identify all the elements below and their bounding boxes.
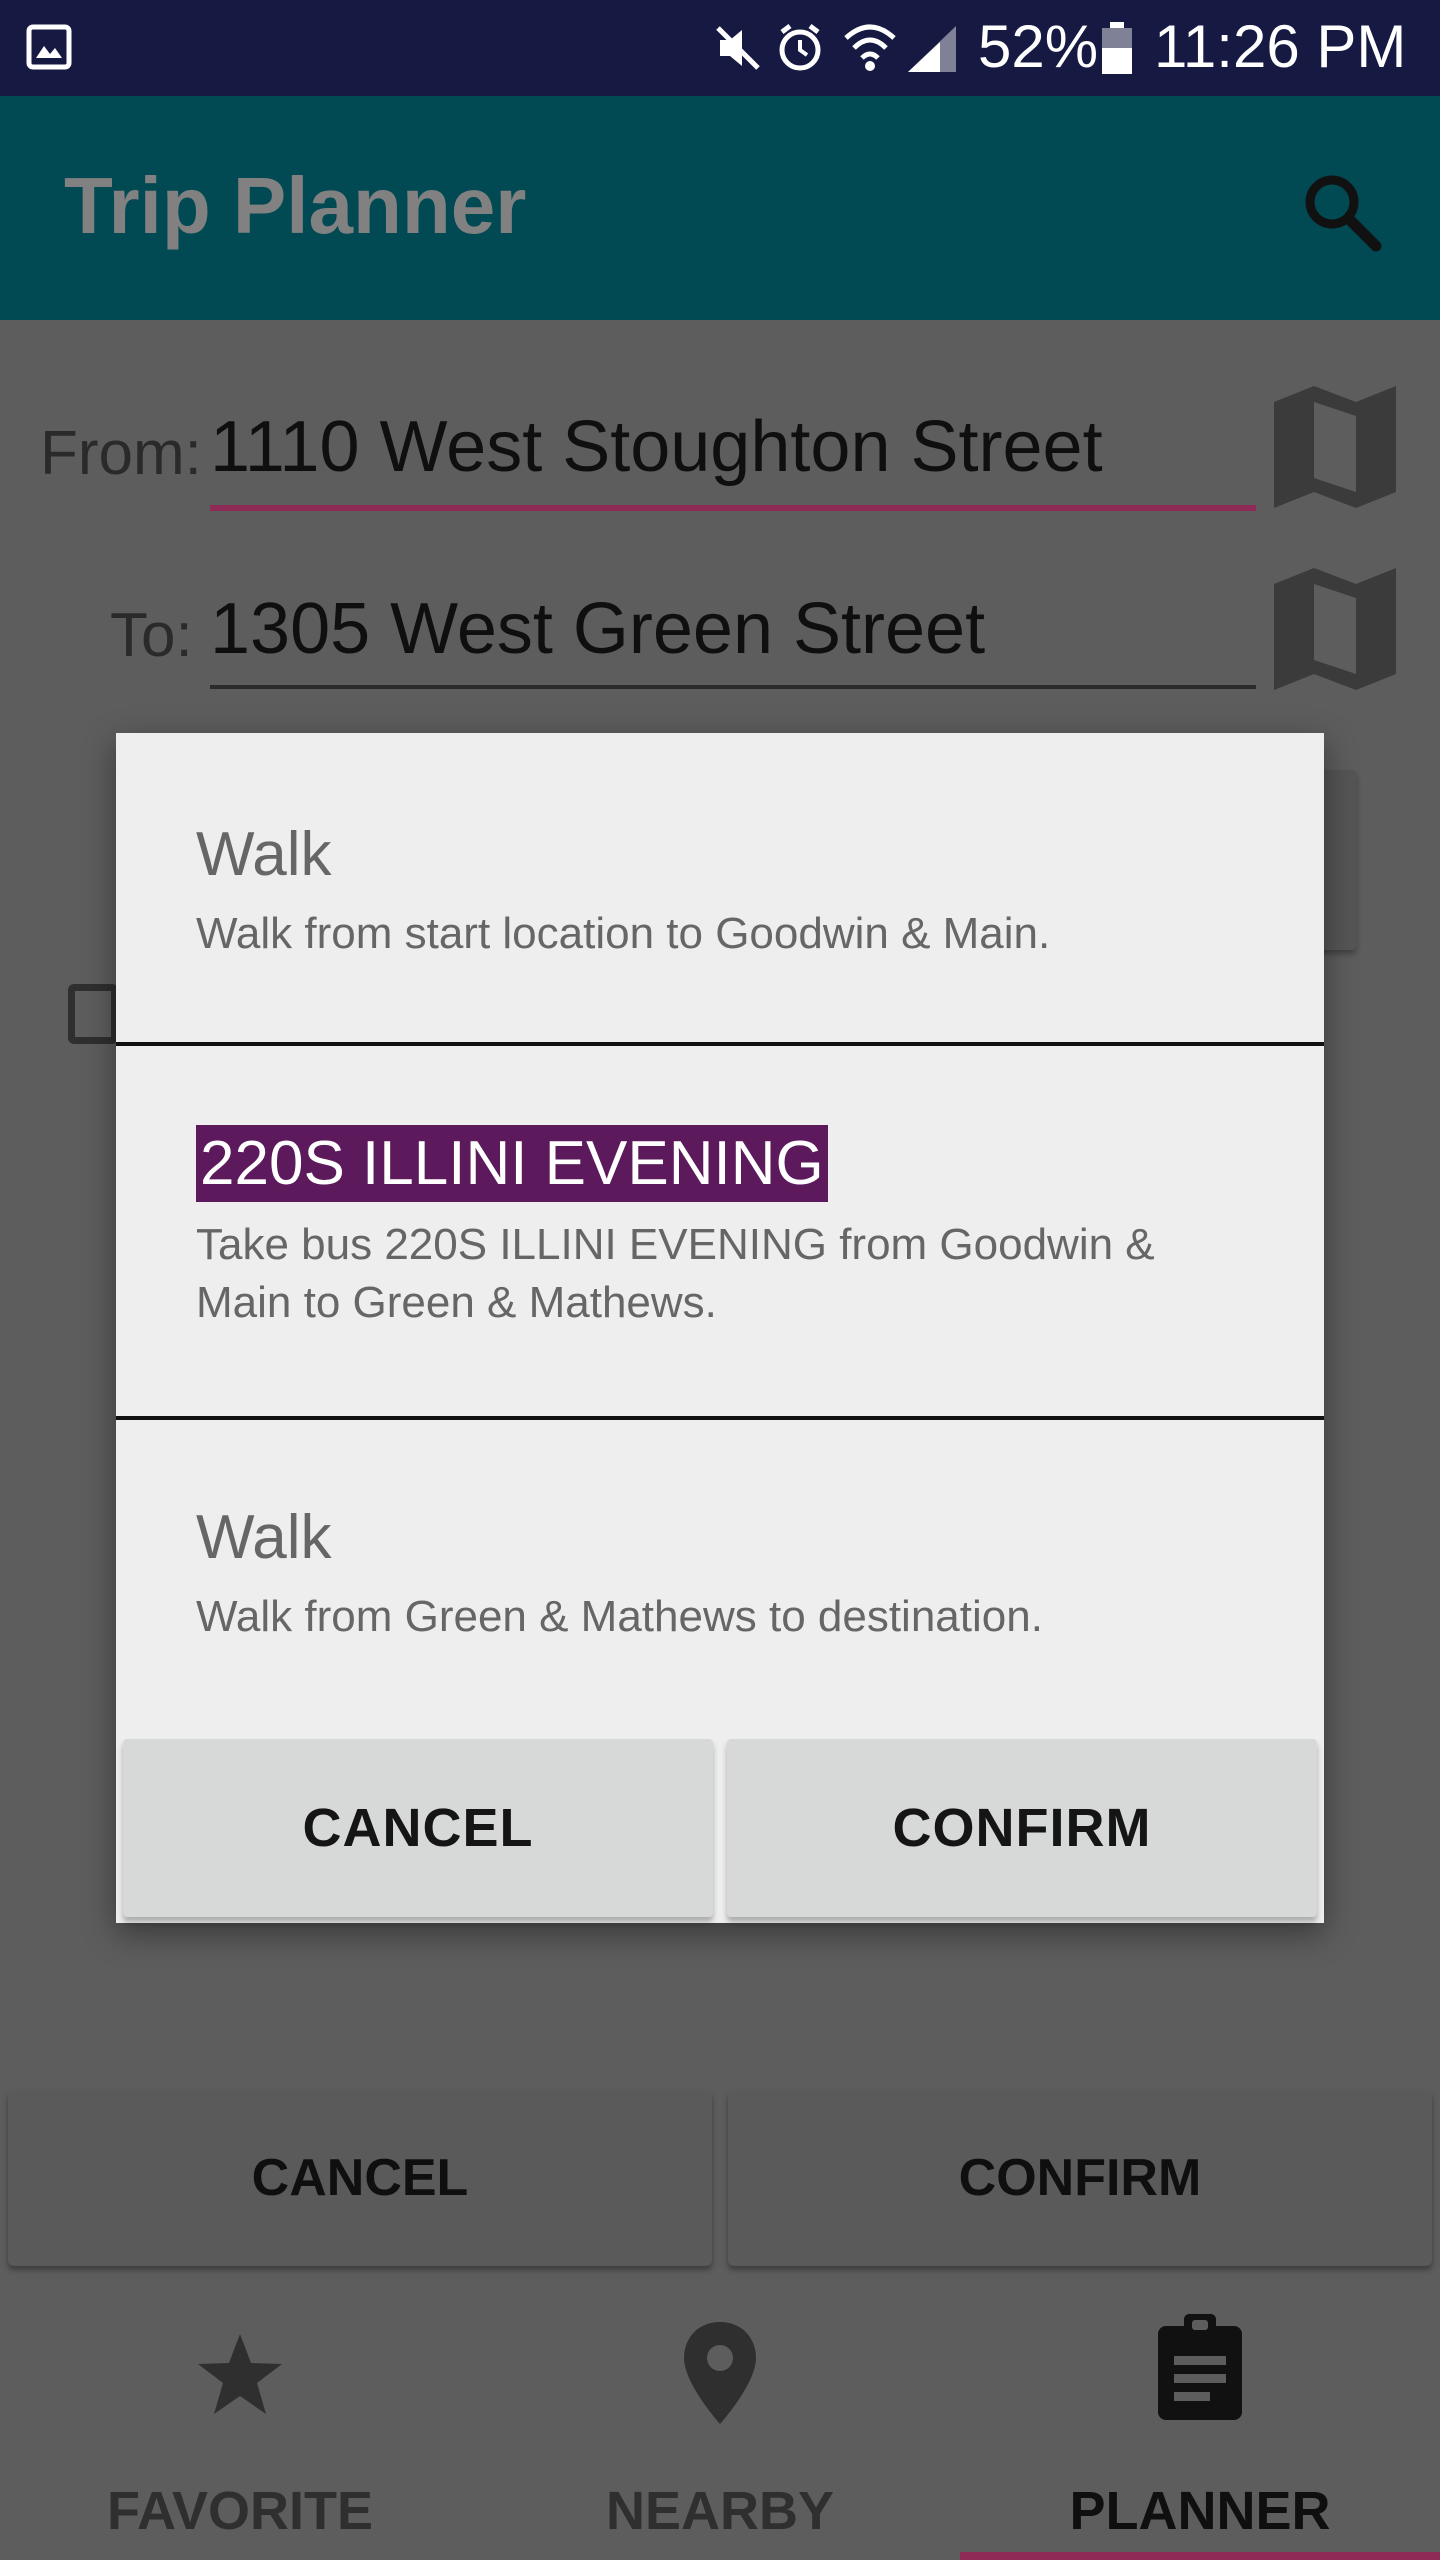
nav-nearby-label: NEARBY	[605, 2481, 835, 2541]
from-field[interactable]: 1110 West Stoughton Street	[210, 406, 1103, 488]
step-title: Walk	[196, 1503, 332, 1572]
map-icon[interactable]	[1270, 564, 1400, 694]
step-title: Walk	[196, 820, 332, 889]
star-icon	[198, 2334, 282, 2414]
location-pin-icon	[684, 2322, 756, 2424]
step-description: Walk from start location to Goodwin & Ma…	[196, 909, 1051, 958]
confirm-button[interactable]: CONFIRM	[728, 2090, 1432, 2266]
step-description: Walk from Green & Mathews to destination…	[196, 1592, 1043, 1641]
list-item[interactable]: Walk Walk from start location to Goodwin…	[116, 733, 1324, 1043]
list-item[interactable]: Walk Walk from Green & Mathews to destin…	[116, 1420, 1324, 1730]
step-title: 220S ILLINI EVENING	[196, 1125, 828, 1202]
nav-planner-label: PLANNER	[1069, 2481, 1331, 2541]
gallery-notification-icon	[26, 24, 72, 70]
nav-favorite[interactable]: FAVORITE	[0, 2290, 480, 2560]
app-bar: Trip Planner	[0, 96, 1440, 320]
status-bar: 52% 11:26 PM	[0, 0, 1440, 96]
to-field[interactable]: 1305 West Green Street	[210, 588, 985, 670]
checkbox[interactable]	[68, 984, 118, 1044]
battery-percent: 52%	[978, 13, 1099, 80]
from-label: From:	[40, 419, 202, 488]
dialog-confirm-button[interactable]: CONFIRM	[727, 1739, 1317, 1917]
trip-steps-dialog: Walk Walk from start location to Goodwin…	[116, 733, 1324, 1923]
map-icon[interactable]	[1270, 382, 1400, 512]
mute-icon	[716, 26, 760, 70]
dialog-cancel-button[interactable]: CANCEL	[123, 1739, 713, 1917]
from-field-underline	[210, 505, 1256, 511]
clipboard-icon	[1158, 2314, 1242, 2420]
to-field-underline	[210, 685, 1256, 689]
list-item[interactable]: 220S ILLINI EVENING Take bus 220S ILLINI…	[116, 1046, 1324, 1416]
search-icon[interactable]	[1300, 170, 1384, 254]
battery-icon	[1102, 22, 1132, 74]
to-label: To:	[110, 601, 193, 670]
alarm-icon	[779, 24, 821, 71]
status-time: 11:26 PM	[1154, 13, 1407, 80]
nav-active-indicator	[960, 2552, 1440, 2560]
cancel-button[interactable]: CANCEL	[8, 2090, 712, 2266]
page-title: Trip Planner	[64, 161, 527, 250]
step-description: Take bus 220S ILLINI EVENING from Goodwi…	[196, 1220, 1155, 1327]
nav-nearby[interactable]: NEARBY	[480, 2290, 960, 2560]
nav-favorite-label: FAVORITE	[106, 2481, 374, 2541]
route-badge: 220S ILLINI EVENING	[196, 1125, 828, 1202]
signal-icon	[908, 26, 956, 72]
wifi-icon	[844, 24, 896, 71]
nav-planner[interactable]: PLANNER	[960, 2290, 1440, 2560]
